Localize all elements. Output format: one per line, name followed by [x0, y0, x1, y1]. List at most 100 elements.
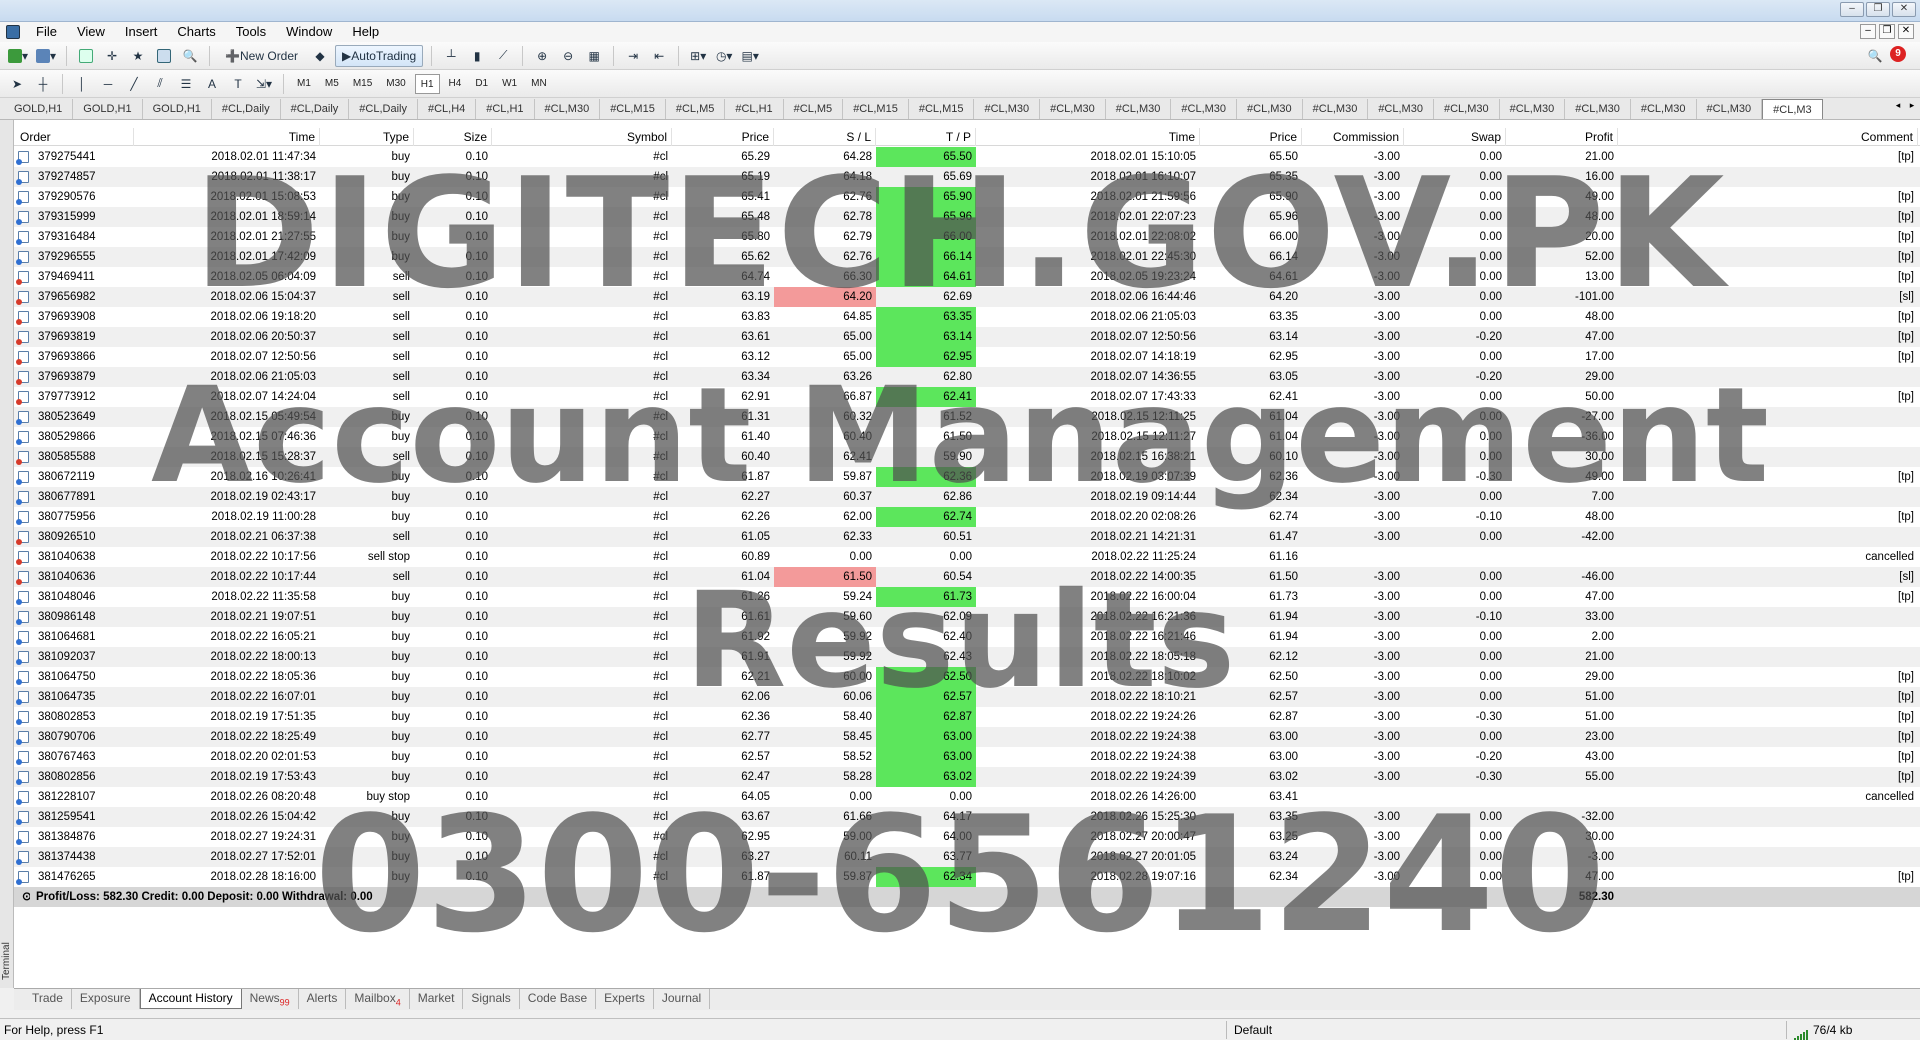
table-row[interactable]: 379693866 2018.02.07 12:50:56 sell 0.10 #cl 6… [14, 347, 1920, 367]
table-row[interactable]: 379656982 2018.02.06 15:04:37 sell 0.10 #cl 6… [14, 287, 1920, 307]
strategy-tester-icon[interactable]: 🔍 [179, 45, 201, 67]
table-row[interactable]: 379693819 2018.02.06 20:50:37 sell 0.10 #cl 6… [14, 327, 1920, 347]
menu-file[interactable]: File [26, 22, 67, 42]
column-header-comment[interactable]: Comment [1618, 128, 1918, 146]
chart-tab[interactable]: #CL,Daily [349, 99, 418, 119]
table-row[interactable]: 381092037 2018.02.22 18:00:13 buy 0.10 #cl 61… [14, 647, 1920, 667]
table-row[interactable]: 380802856 2018.02.19 17:53:43 buy 0.10 #cl 62… [14, 767, 1920, 787]
crosshair-icon[interactable]: ┼ [32, 73, 54, 95]
column-header-type[interactable]: Type [320, 128, 414, 146]
table-row[interactable]: 381374438 2018.02.27 17:52:01 buy 0.10 #cl 63… [14, 847, 1920, 867]
table-row[interactable]: 379469411 2018.02.05 06:04:09 sell 0.10 #cl 6… [14, 267, 1920, 287]
chart-tab[interactable]: #CL,M3 [1762, 99, 1823, 119]
table-row[interactable]: 381228107 2018.02.26 08:20:48 buy stop 0.10… [14, 787, 1920, 807]
bar-chart-icon[interactable]: ┴ [440, 45, 462, 67]
table-row[interactable]: 379693908 2018.02.06 19:18:20 sell 0.10 #cl 6… [14, 307, 1920, 327]
chart-tab[interactable]: #CL,M5 [666, 99, 726, 119]
periods-icon[interactable]: ◷▾ [713, 45, 735, 67]
arrows-icon[interactable]: ⇲▾ [253, 73, 275, 95]
zoom-in-icon[interactable]: ⊕ [531, 45, 553, 67]
search-icon[interactable]: 🔍 [1864, 45, 1886, 67]
chart-tab[interactable]: #CL,M30 [1171, 99, 1238, 119]
chart-tab[interactable]: #CL,M30 [1565, 99, 1631, 119]
table-row[interactable]: 380926510 2018.02.21 06:37:38 sell 0.10 #cl 6… [14, 527, 1920, 547]
table-row[interactable]: 381040636 2018.02.22 10:17:44 sell 0.10 #cl 6… [14, 567, 1920, 587]
table-row[interactable]: 380986148 2018.02.21 19:07:51 buy 0.10 #cl 61… [14, 607, 1920, 627]
table-row[interactable]: 380775956 2018.02.19 11:00:28 buy 0.10 #cl 62… [14, 507, 1920, 527]
column-header-ctime[interactable]: Time [976, 128, 1200, 146]
new-order-button[interactable]: ➕ New Order [218, 45, 305, 67]
tab-signals[interactable]: Signals [463, 989, 520, 1009]
table-row[interactable]: 379315999 2018.02.01 18:59:14 buy 0.10 #cl 65… [14, 207, 1920, 227]
close-icon[interactable]: ✕ [1892, 2, 1916, 17]
table-row[interactable]: 379296555 2018.02.01 17:42:09 buy 0.10 #cl 65… [14, 247, 1920, 267]
templates-icon[interactable]: ▤▾ [739, 45, 761, 67]
mdi-minimize-icon[interactable]: – [1860, 24, 1876, 39]
menu-window[interactable]: Window [276, 22, 342, 42]
cursor-icon[interactable]: ➤ [6, 73, 28, 95]
chart-tab[interactable]: #CL,M30 [974, 99, 1041, 119]
metaeditor-icon[interactable]: ◆ [309, 45, 331, 67]
chart-tab[interactable]: #CL,M15 [600, 99, 666, 119]
tab-market[interactable]: Market [410, 989, 464, 1009]
menu-charts[interactable]: Charts [167, 22, 225, 42]
tile-windows-icon[interactable]: ▦ [583, 45, 605, 67]
table-row[interactable]: 381259541 2018.02.26 15:04:42 buy 0.10 #cl 63… [14, 807, 1920, 827]
tf-m30[interactable]: M30 [381, 74, 410, 94]
autotrading-button[interactable]: ▶ AutoTrading [335, 44, 424, 67]
chart-tab[interactable]: #CL,M30 [1303, 99, 1369, 119]
tab-account-history[interactable]: Account History [139, 989, 242, 1009]
terminal-icon[interactable] [153, 45, 175, 67]
table-row[interactable]: 381384876 2018.02.27 19:24:31 buy 0.10 #cl 62… [14, 827, 1920, 847]
chart-tab[interactable]: #CL,M15 [843, 99, 909, 119]
column-header-tp[interactable]: T / P [876, 128, 976, 146]
table-row[interactable]: 379773912 2018.02.07 14:24:04 sell 0.10 #cl 6… [14, 387, 1920, 407]
chart-tab[interactable]: #CL,M30 [1697, 99, 1763, 119]
navigator-icon[interactable]: ★ [127, 45, 149, 67]
chart-tab[interactable]: #CL,H1 [725, 99, 784, 119]
menu-view[interactable]: View [67, 22, 115, 42]
data-window-icon[interactable]: ✛ [101, 45, 123, 67]
table-row[interactable]: 381040638 2018.02.22 10:17:56 sell stop 0.1… [14, 547, 1920, 567]
vertical-line-icon[interactable]: │ [71, 73, 93, 95]
menu-tools[interactable]: Tools [226, 22, 276, 42]
table-row[interactable]: 380790706 2018.02.22 18:25:49 buy 0.10 #cl 62… [14, 727, 1920, 747]
table-row[interactable]: 381064681 2018.02.22 16:05:21 buy 0.10 #cl 61… [14, 627, 1920, 647]
column-header-cprice[interactable]: Price [1200, 128, 1302, 146]
table-row[interactable]: 381064750 2018.02.22 18:05:36 buy 0.10 #cl 62… [14, 667, 1920, 687]
table-row[interactable]: 380767463 2018.02.20 02:01:53 buy 0.10 #cl 62… [14, 747, 1920, 767]
chart-tab[interactable]: GOLD,H1 [4, 99, 74, 119]
tab-scroll-right-icon[interactable]: ▸ [1906, 100, 1918, 111]
chart-tab[interactable]: #CL,Daily [281, 99, 350, 119]
trendline-icon[interactable]: ╱ [123, 73, 145, 95]
column-header-commission[interactable]: Commission [1302, 128, 1404, 146]
table-row[interactable]: 379693879 2018.02.06 21:05:03 sell 0.10 #cl 6… [14, 367, 1920, 387]
table-row[interactable]: 381064735 2018.02.22 16:07:01 buy 0.10 #cl 62… [14, 687, 1920, 707]
table-row[interactable]: 380672119 2018.02.16 10:26:41 buy 0.10 #cl 61… [14, 467, 1920, 487]
column-header-sl[interactable]: S / L [774, 128, 876, 146]
chart-tab[interactable]: #CL,M30 [1237, 99, 1303, 119]
chart-tab[interactable]: #CL,M30 [1106, 99, 1172, 119]
table-row[interactable]: 379274857 2018.02.01 11:38:17 buy 0.10 #cl 65… [14, 167, 1920, 187]
menu-insert[interactable]: Insert [115, 22, 168, 42]
horizontal-line-icon[interactable]: ─ [97, 73, 119, 95]
tf-d1[interactable]: D1 [470, 74, 493, 94]
chart-tab[interactable]: #CL,M30 [1631, 99, 1697, 119]
table-row[interactable]: 380585588 2018.02.15 15:28:37 sell 0.10 #cl 6… [14, 447, 1920, 467]
table-row[interactable]: 381048046 2018.02.22 11:35:58 buy 0.10 #cl 61… [14, 587, 1920, 607]
tab-code-base[interactable]: Code Base [520, 989, 597, 1009]
table-row[interactable]: 379316484 2018.02.01 21:27:55 buy 0.10 #cl 65… [14, 227, 1920, 247]
column-header-size[interactable]: Size [414, 128, 492, 146]
tab-journal[interactable]: Journal [654, 989, 711, 1009]
new-chart-icon[interactable]: ▾ [6, 45, 30, 67]
market-watch-icon[interactable] [75, 45, 97, 67]
table-row[interactable]: 380523649 2018.02.15 05:49:54 buy 0.10 #cl 61… [14, 407, 1920, 427]
profiles-icon[interactable]: ▾ [34, 45, 58, 67]
chart-tab[interactable]: GOLD,H1 [143, 99, 212, 119]
line-chart-icon[interactable]: ⟋ [492, 45, 514, 67]
tab-exposure[interactable]: Exposure [72, 989, 140, 1009]
chart-tab[interactable]: #CL,M30 [1500, 99, 1566, 119]
tf-h4[interactable]: H4 [444, 74, 467, 94]
chart-tab[interactable]: #CL,Daily [212, 99, 281, 119]
tab-news[interactable]: News99 [242, 989, 299, 1009]
